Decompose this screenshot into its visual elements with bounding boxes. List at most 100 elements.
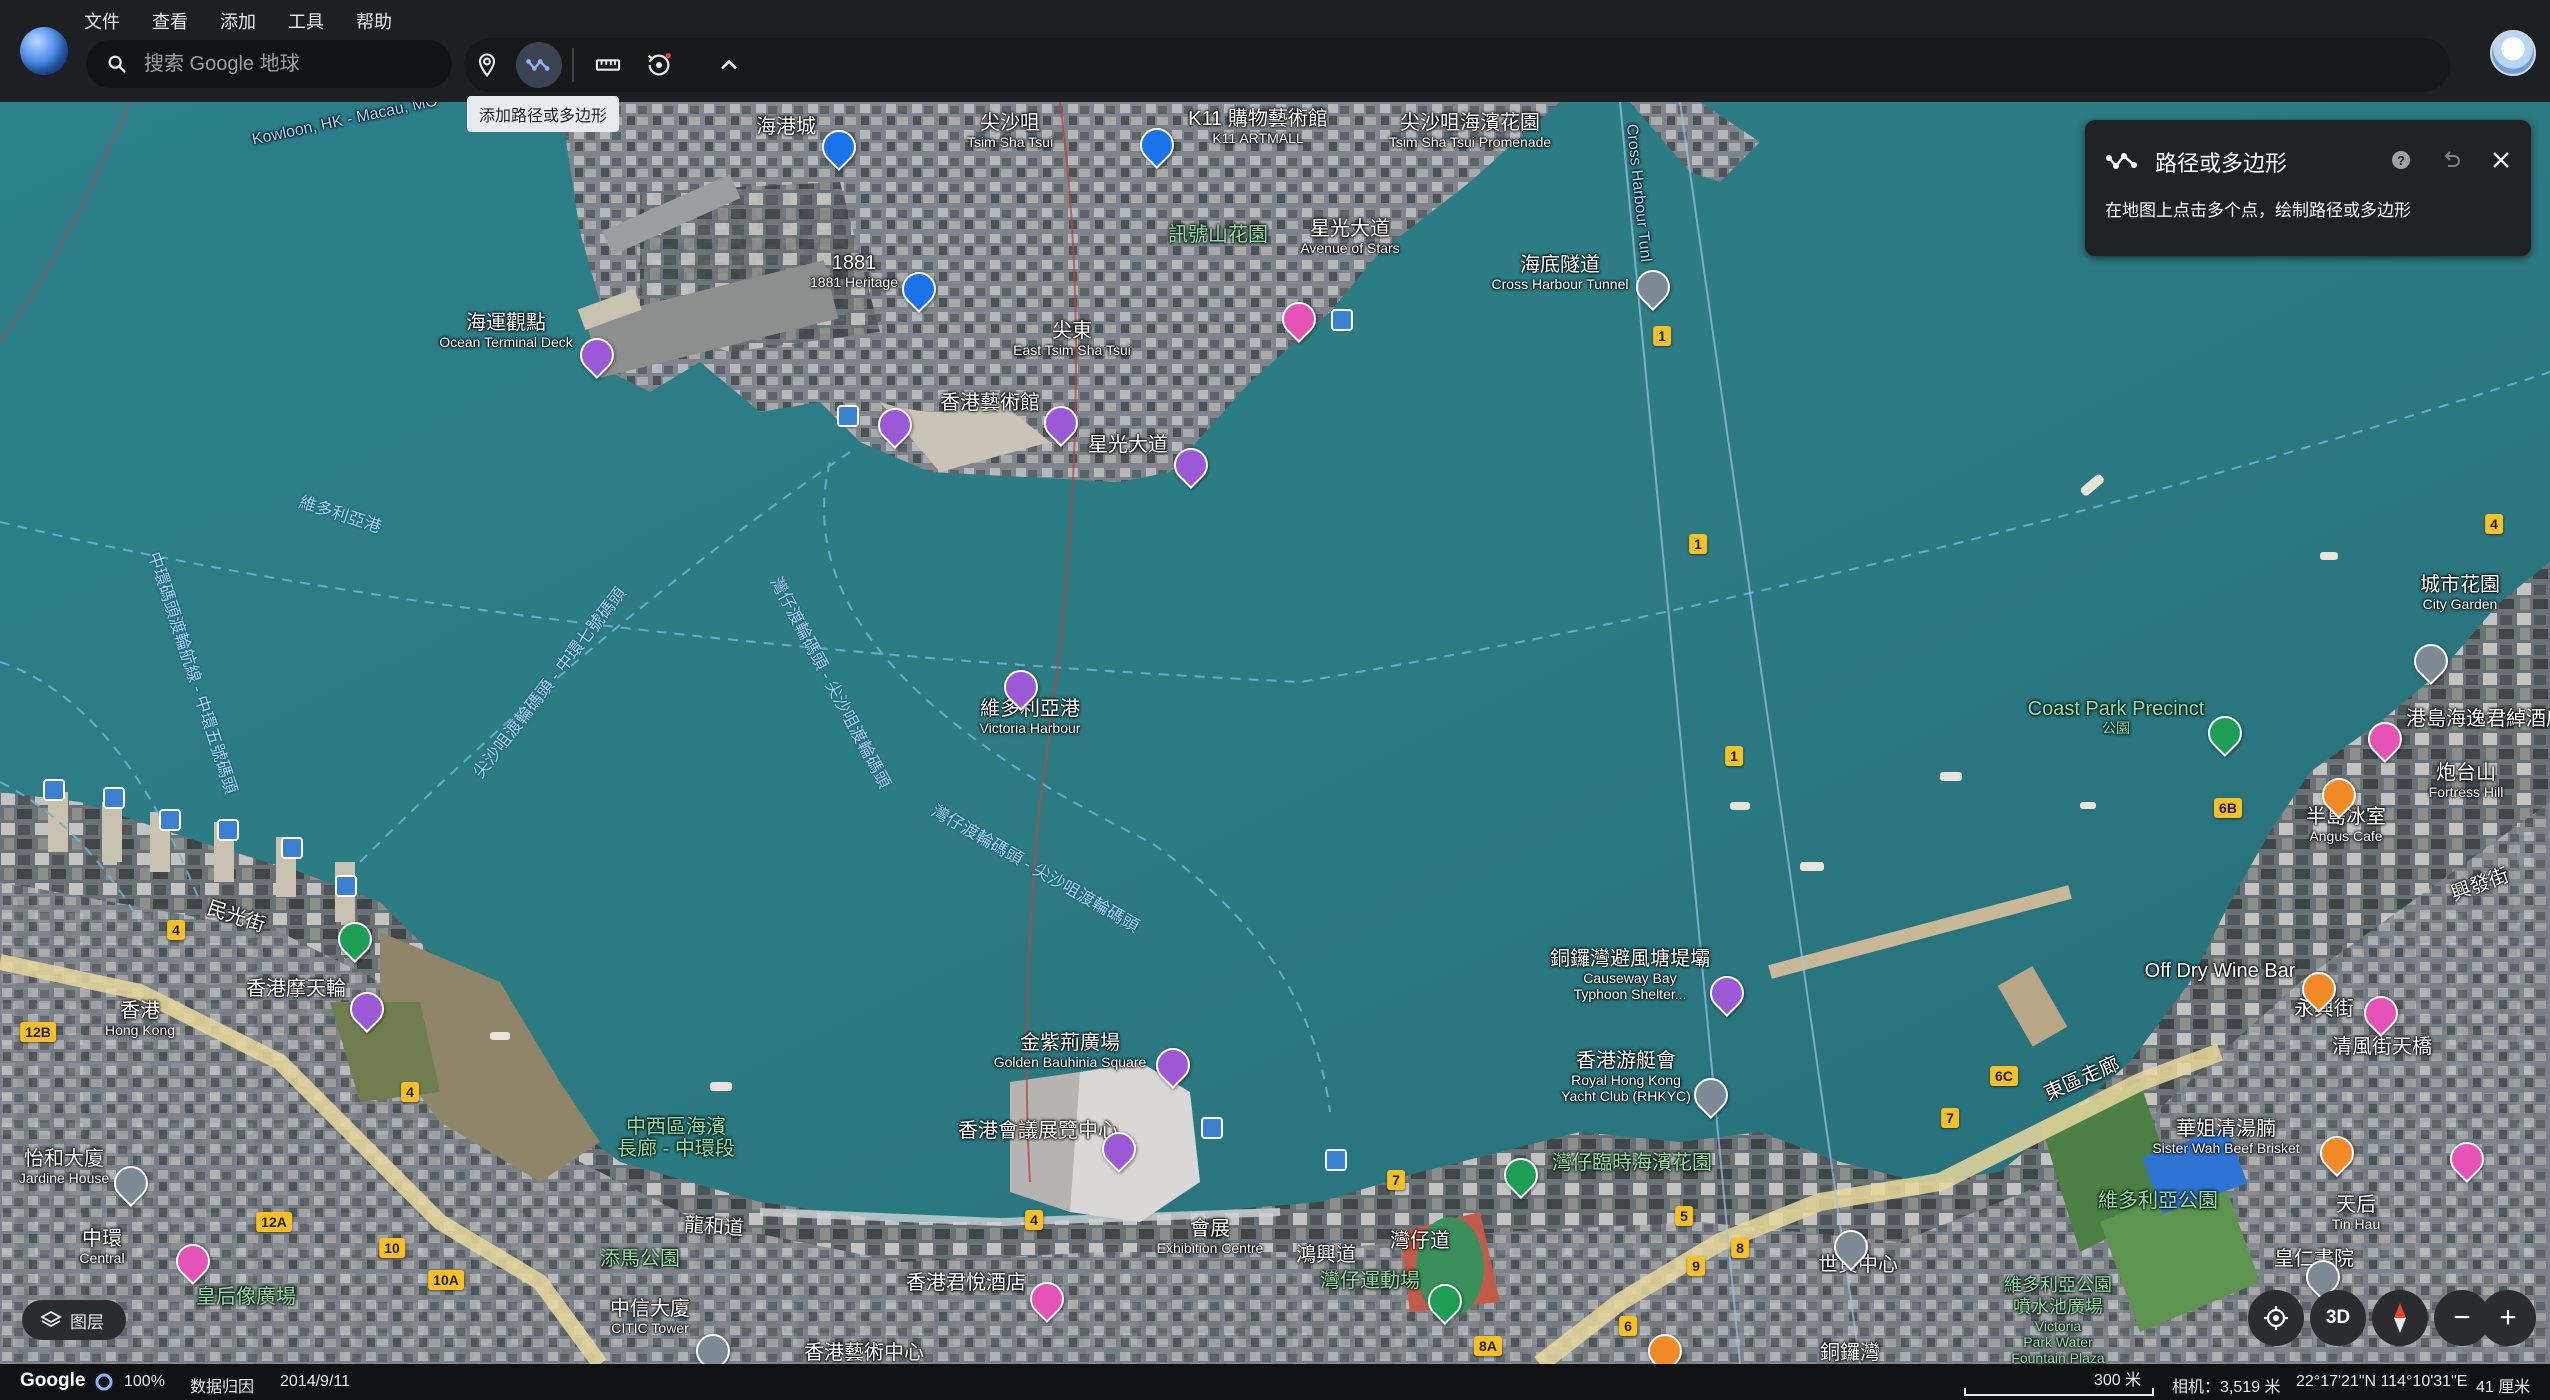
navigation-controls: 3D − +: [2248, 1288, 2536, 1348]
transit-stop[interactable]: [1331, 309, 1353, 331]
crosshair-icon: [2264, 1306, 2288, 1330]
panel-title: 路径或多边形: [2155, 151, 2288, 176]
label-convention-centre: 香港會議展覽中心: [958, 1120, 1118, 1142]
zoom-in-button[interactable]: +: [2480, 1290, 2536, 1346]
data-attribution-link[interactable]: 数据归因: [190, 1373, 254, 1397]
road-label-wan-chai: 灣仔道: [1390, 1230, 1450, 1252]
layers-icon: [40, 1310, 62, 1328]
pier-stop[interactable]: [43, 779, 65, 801]
label-wan-chai-temp-promenade: 灣仔臨時海濱花園: [1552, 1152, 1712, 1174]
pier-stop[interactable]: [1325, 1149, 1347, 1171]
label-harbour-city: 海港城: [756, 116, 816, 138]
menu-help[interactable]: 帮助: [356, 6, 406, 36]
close-icon: [2493, 152, 2509, 168]
path-polygon-panel: 路径或多边形 ? 在地图上点击多个点，绘制路径或多边形: [2085, 120, 2531, 256]
route-badge: 4: [1025, 1210, 1043, 1230]
label-victoria-park: 維多利亞公園: [2098, 1190, 2218, 1212]
menu-view[interactable]: 查看: [152, 6, 202, 36]
label-signal-hill-garden: 訊號山花園: [1168, 224, 1268, 246]
toolbar-strip: [464, 38, 2450, 92]
label-central-harbourfront: 中西區海濱 長廊 - 中環段: [617, 1116, 735, 1160]
undo-icon: [2444, 151, 2460, 167]
label-hk-observation-wheel: 香港摩天輪: [246, 978, 346, 1000]
add-path-polygon-button[interactable]: [516, 42, 562, 88]
label-central: 中環 Central: [79, 1228, 125, 1266]
route-badge: 12A: [256, 1212, 292, 1232]
label-harbour-grand: 港島海逸君綽酒店: [2406, 708, 2550, 730]
label-k11-artmall: K11 購物藝術館 K11 ARTMALL: [1188, 108, 1328, 146]
google-wordmark: Google: [20, 1370, 86, 1391]
route-badge: 6: [1619, 1316, 1637, 1336]
menu-add[interactable]: 添加: [220, 6, 270, 36]
label-hong-kong: 香港 Hong Kong: [104, 1000, 176, 1038]
label-coast-park-precinct: Coast Park Precinct 公園: [2027, 698, 2205, 736]
route-badge: 10: [379, 1238, 405, 1258]
route-badge: 4: [2485, 514, 2503, 534]
svg-text:?: ?: [2397, 153, 2405, 168]
search-input[interactable]: [142, 51, 446, 77]
chevron-up-icon: [721, 59, 737, 70]
panel-description: 在地图上点击多个点，绘制路径或多边形: [2105, 201, 2411, 220]
historical-imagery-button[interactable]: [636, 42, 682, 88]
my-location-button[interactable]: [2248, 1290, 2304, 1346]
label-jardine-house: 怡和大廈 Jardine House: [18, 1148, 110, 1186]
route-badge: 4: [167, 920, 185, 940]
undo-button[interactable]: [2435, 144, 2467, 176]
route-badge: 7: [1387, 1170, 1405, 1190]
road-label-hung-hing: 鴻興道: [1296, 1244, 1356, 1266]
loading-progress: 100%: [124, 1373, 165, 1390]
label-golden-bauhinia-square: 金紫荊廣場 Golden Bauhinia Square: [993, 1032, 1147, 1070]
label-victoria-park-fountain: 維多利亞公園 噴水池廣場 Victoria Park Water Fountain Pl…: [2004, 1275, 2112, 1364]
add-placemark-button[interactable]: [464, 42, 510, 88]
search-box[interactable]: [86, 40, 452, 88]
label-avenue-of-stars-north: 星光大道 Avenue of Stars: [1300, 218, 1400, 256]
route-badge: 12B: [20, 1022, 56, 1042]
measure-button[interactable]: [585, 42, 631, 88]
collapse-toolbar-button[interactable]: [706, 42, 752, 88]
route-badge: 10A: [428, 1270, 464, 1290]
label-causeway-bay-typhoon-shelter: 銅鑼灣避風塘堤壩 Causeway Bay Typhoon Shelter...: [1550, 948, 1710, 1002]
layers-button[interactable]: 图层: [22, 1300, 126, 1340]
label-ocean-terminal-deck: 海運觀點 Ocean Terminal Deck: [439, 312, 573, 350]
path-polygon-icon: [2106, 153, 2137, 169]
pier-stop[interactable]: [335, 875, 357, 897]
scale-label: 300 米: [2094, 1372, 2142, 1389]
menu-file[interactable]: 文件: [84, 6, 134, 36]
label-fortress-hill: 炮台山 Fortress Hill: [2428, 762, 2504, 800]
path-polygon-icon: [526, 59, 550, 71]
pier-stop[interactable]: [217, 819, 239, 841]
menu-tools[interactable]: 工具: [288, 6, 338, 36]
pier-stop[interactable]: [103, 787, 125, 809]
label-hk-arts-centre: 香港藝術中心: [804, 1342, 924, 1364]
route-badge: 9: [1687, 1256, 1705, 1276]
close-button[interactable]: [2485, 144, 2517, 176]
label-tamar-park: 添馬公園: [600, 1248, 680, 1270]
road-label-kings-road-flyover: 清風街天橋: [2332, 1036, 2432, 1058]
label-tsim-sha-tsui: 尖沙咀 Tsim Sha Tsui: [966, 112, 1054, 150]
3d-toggle-button[interactable]: 3D: [2310, 1290, 2366, 1346]
label-victoria-harbour: 維多利亞港 Victoria Harbour: [979, 698, 1081, 736]
label-grand-hyatt: 香港君悅酒店: [906, 1272, 1026, 1294]
top-app-bar: 文件 查看 添加 工具 帮助: [0, 0, 2550, 102]
label-statue-square: 皇后像廣場: [196, 1286, 296, 1308]
route-badge: 8A: [1474, 1336, 1502, 1356]
map-viewport[interactable]: Kowloon, HK - Macau, MO 海港城 尖沙咀 Tsim Sha …: [0, 102, 2550, 1364]
user-avatar[interactable]: [2490, 30, 2536, 76]
pier-stop[interactable]: [281, 837, 303, 859]
pier-stop[interactable]: [159, 809, 181, 831]
label-avenue-of-stars: 星光大道: [1088, 434, 1168, 456]
placemark-icon: [478, 53, 496, 78]
route-badge: 4: [401, 1082, 419, 1102]
help-button[interactable]: ?: [2385, 144, 2417, 176]
google-earth-logo[interactable]: [20, 27, 68, 75]
pier-stop[interactable]: [837, 405, 859, 427]
menu-bar: 文件 查看 添加 工具 帮助: [84, 6, 424, 36]
label-hk-museum-of-art: 香港藝術館: [940, 392, 1040, 414]
compass-button[interactable]: [2372, 1290, 2428, 1346]
label-cross-harbour-tunnel: 海底隧道 Cross Harbour Tunnel: [1491, 254, 1629, 292]
label-tin-hau: 天后 Tin Hau: [2331, 1194, 2381, 1232]
tooltip-add-path: 添加路径或多边形: [467, 96, 620, 132]
toolbar-divider: [572, 48, 574, 82]
transit-stop[interactable]: [1201, 1117, 1223, 1139]
search-icon: [108, 55, 126, 73]
